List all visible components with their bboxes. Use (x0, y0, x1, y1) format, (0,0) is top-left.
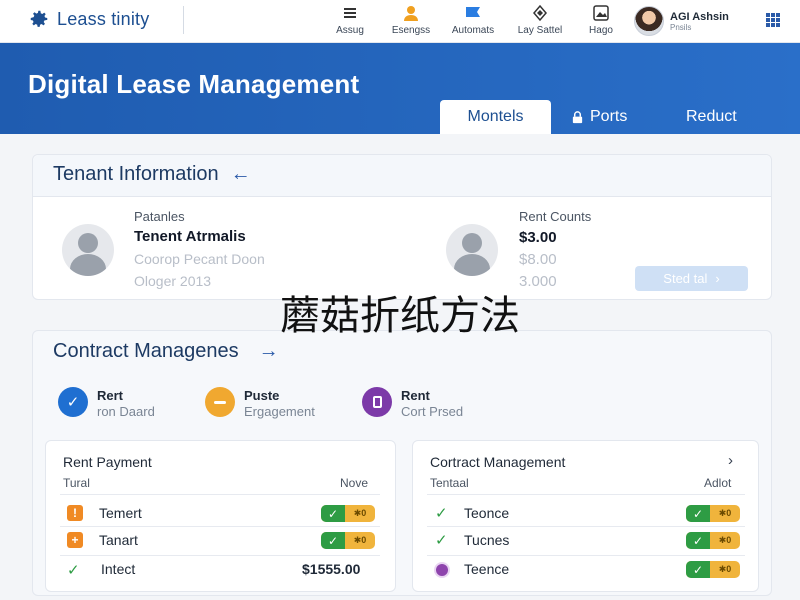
nav-item-label: Esengss (391, 25, 431, 36)
arrow-left-icon[interactable]: ← (231, 163, 251, 186)
plus-icon: + (67, 532, 83, 548)
tenant-address: Coorop Pecant Doon (134, 251, 265, 267)
minus-icon (205, 387, 235, 417)
check-icon: ✓ (435, 505, 448, 522)
check-icon: ✓ (321, 532, 345, 549)
row-label: Teence (464, 561, 510, 577)
row-label: Tucnes (464, 532, 510, 548)
check-icon: ✓ (686, 505, 710, 522)
user-menu[interactable]: AGI Ashsin Pnsils (634, 6, 729, 36)
tab-label: Ports (590, 108, 628, 125)
nav-item-label: Hago (589, 25, 613, 36)
arrow-right-icon[interactable]: → (259, 340, 279, 363)
pill-marker: ✱0 (718, 508, 732, 518)
tenant-section-title: Tenant Information ← (53, 163, 251, 186)
row-label: Temert (99, 505, 142, 521)
divider (183, 6, 184, 34)
row-amount: $1555.00 (302, 561, 361, 577)
flag-icon (466, 7, 480, 17)
row-label: Teonce (464, 505, 510, 521)
dot-icon (436, 564, 448, 576)
contract-management-title: Cortract Management (430, 454, 566, 470)
avatar (446, 224, 498, 276)
document-icon (362, 387, 392, 417)
status-subtitle: ron Daard (97, 404, 155, 419)
person-icon (404, 6, 418, 21)
app-logo-text: Leass tinity (57, 8, 150, 29)
tab-label: Montels (467, 108, 524, 125)
pill-marker: ✱0 (718, 564, 732, 574)
nav-item-label: Automats (451, 25, 495, 36)
user-name: AGI Ashsin (670, 10, 729, 23)
column-header-left: Tentaal (430, 476, 469, 490)
section-title-text: Contract Managenes (53, 340, 239, 362)
pill-marker: ✱0 (718, 535, 732, 545)
check-icon: ✓ (58, 387, 88, 417)
nav-item-lay-sattel[interactable]: Lay Sattel (505, 4, 575, 36)
status-subtitle: Cort Prsed (401, 404, 464, 419)
pill-marker: ✱0 (353, 535, 367, 545)
contract-section-title: Contract Managenes → (53, 340, 279, 363)
check-icon: ✓ (686, 532, 710, 549)
divider (427, 494, 745, 495)
pill-marker: ✱0 (353, 508, 367, 518)
section-title-text: Tenant Information (53, 163, 219, 185)
app-logo[interactable]: Leass tinity (28, 8, 149, 30)
divider (427, 555, 745, 556)
status-title: Rent (401, 388, 430, 403)
row-label: Tanart (99, 532, 138, 548)
avatar (62, 224, 114, 276)
rent-counts-label: Rent Counts (519, 209, 592, 224)
top-bar: Leass tinity Assug Esengss Automats Lay … (0, 0, 800, 43)
diamond-icon (533, 4, 547, 22)
page-title: Digital Lease Management (28, 69, 360, 99)
column-header-right: Nove (340, 476, 369, 490)
check-icon: ✓ (321, 505, 345, 522)
status-pill[interactable]: ✓ ✱0 (686, 505, 740, 522)
rent-payment-title: Rent Payment (63, 454, 152, 470)
status-subtitle: Ergagement (244, 404, 315, 419)
hero-banner: Digital Lease Management Montels Ports R… (0, 43, 800, 134)
check-icon: ✓ (67, 562, 80, 579)
hamburger-icon (344, 8, 356, 18)
tenant-label: Patanles (134, 209, 185, 224)
status-pill[interactable]: ✓ ✱0 (686, 561, 740, 578)
image-icon (593, 5, 609, 21)
divider (60, 526, 380, 527)
divider (60, 494, 380, 495)
overlay-caption: 蘑菇折纸方法 (280, 293, 520, 339)
warning-icon: ! (67, 505, 83, 521)
tab-label: Reduct (686, 108, 737, 125)
status-title: Rert (97, 388, 124, 403)
nav-item-automats[interactable]: Automats (438, 4, 508, 36)
divider (427, 526, 745, 527)
status-title: Puste (244, 388, 280, 403)
apps-grid-icon[interactable] (764, 11, 782, 29)
check-icon: ✓ (435, 532, 448, 549)
user-role: Pnsils (670, 22, 692, 32)
nav-item-hago[interactable]: Hago (566, 4, 636, 36)
tab-reduct[interactable]: Reduct (666, 100, 757, 134)
tab-montels[interactable]: Montels (440, 100, 551, 134)
status-pill[interactable]: ✓ ✱0 (321, 505, 375, 522)
lock-icon (572, 110, 583, 123)
status-pill[interactable]: ✓ ✱0 (686, 532, 740, 549)
nav-item-label: Assug (336, 25, 364, 36)
nav-item-assug[interactable]: Assug (315, 4, 385, 36)
column-header-right: Adlot (704, 476, 732, 490)
status-pill[interactable]: ✓ ✱0 (321, 532, 375, 549)
avatar (634, 6, 664, 36)
nav-item-label: Lay Sattel (517, 25, 563, 36)
column-header-left: Tural (63, 476, 90, 490)
gear-icon (30, 10, 48, 27)
check-icon: ✓ (686, 561, 710, 578)
rent-amount: $3.00 (519, 229, 557, 246)
nav-item-esengss[interactable]: Esengss (376, 4, 446, 36)
tab-ports[interactable]: Ports (551, 100, 647, 134)
tenant-name: Tenent Atrmalis (134, 228, 246, 245)
chevron-right-icon[interactable]: › (728, 452, 733, 469)
divider (60, 555, 380, 556)
rent-amount-secondary: $8.00 (519, 251, 557, 268)
row-label: Intect (101, 561, 136, 577)
